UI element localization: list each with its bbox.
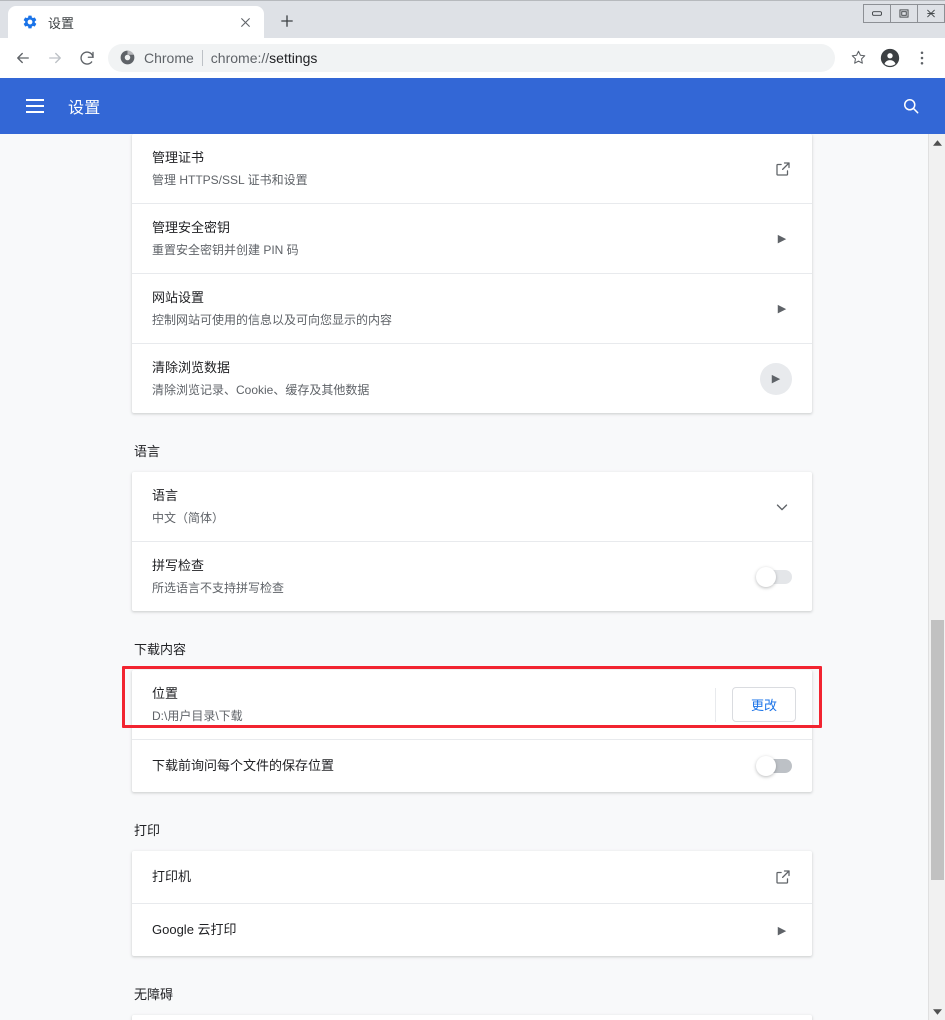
minimize-button[interactable] [863, 4, 891, 23]
window-controls [863, 4, 945, 23]
card-downloads: 位置 D:\用户目录\下载 更改 下载前询问每个文件的保存位置 [122, 666, 822, 792]
external-link-icon [774, 160, 792, 178]
row-download-location[interactable]: 位置 D:\用户目录\下载 更改 [132, 670, 812, 739]
row-title: 管理证书 [152, 150, 205, 165]
close-button[interactable] [917, 4, 945, 23]
scroll-down-arrow-icon[interactable] [929, 1003, 945, 1020]
row-subtitle: 清除浏览记录、Cookie、缓存及其他数据 [152, 383, 370, 397]
scroll-up-arrow-icon[interactable] [929, 134, 945, 151]
row-site-settings[interactable]: 网站设置 控制网站可使用的信息以及可向您显示的内容 ▶ [132, 273, 812, 343]
maximize-button[interactable] [890, 4, 918, 23]
row-subtitle: 管理 HTTPS/SSL 证书和设置 [152, 173, 308, 187]
row-subtitle: 控制网站可使用的信息以及可向您显示的内容 [152, 313, 393, 327]
row-subtitle: 所选语言不支持拼写检查 [152, 581, 285, 595]
row-texts: 语言 中文（简体） [152, 486, 772, 527]
row-spell-check[interactable]: 拼写检查 所选语言不支持拼写检查 [132, 541, 812, 611]
star-icon[interactable] [843, 43, 873, 73]
ask-where-to-save-toggle[interactable] [756, 756, 792, 776]
omnibox-url: chrome://settings [211, 50, 318, 66]
row-manage-certificates[interactable]: 管理证书 管理 HTTPS/SSL 证书和设置 [132, 134, 812, 203]
row-title: 下载前询问每个文件的保存位置 [152, 758, 335, 773]
new-tab-button[interactable] [272, 6, 302, 36]
row-title: 清除浏览数据 [152, 360, 231, 375]
external-link-icon [774, 868, 792, 886]
scrollbar-thumb[interactable] [931, 620, 944, 880]
settings-content-scroll-area: 管理证书 管理 HTTPS/SSL 证书和设置 管理安全密钥 重置安全密钥并创建… [0, 134, 945, 1020]
change-download-location-button[interactable]: 更改 [731, 687, 796, 722]
omnibox-divider [201, 49, 203, 66]
omnibox-url-path: settings [269, 49, 318, 66]
row-texts: 拼写检查 所选语言不支持拼写检查 [152, 556, 758, 597]
page-title: 设置 [68, 100, 101, 117]
omnibox-scheme-label: Chrome [144, 49, 194, 66]
row-google-cloud-print[interactable]: Google 云打印 ▶ [132, 903, 812, 956]
section-label-downloads: 下载内容 [134, 642, 187, 657]
row-texts: 下载前询问每个文件的保存位置 [152, 756, 758, 776]
download-path-value: D:\用户目录\下载 [152, 709, 243, 723]
spell-check-toggle[interactable] [756, 566, 792, 587]
chevron-right-icon: ▶ [777, 303, 787, 315]
card-printing: 打印机 Google 云打印 ▶ [132, 851, 812, 956]
settings-column: 管理证书 管理 HTTPS/SSL 证书和设置 管理安全密钥 重置安全密钥并创建… [122, 134, 822, 1020]
browser-window: 设置 Chrome chrome://settings 设置 管理证书 管理 H… [0, 0, 945, 1020]
search-icon[interactable] [899, 94, 923, 118]
row-manage-security-keys[interactable]: 管理安全密钥 重置安全密钥并创建 PIN 码 ▶ [132, 203, 812, 273]
title-bar: 设置 [0, 0, 945, 38]
chevron-down-icon[interactable] [772, 497, 792, 517]
section-label-printing: 打印 [134, 823, 161, 838]
address-bar[interactable]: Chrome chrome://settings [108, 43, 835, 72]
row-printers[interactable]: 打印机 [132, 851, 812, 903]
back-button[interactable] [8, 43, 38, 73]
hamburger-icon[interactable] [26, 99, 44, 113]
settings-header: 设置 [0, 78, 945, 134]
row-ask-where-to-save[interactable]: 下载前询问每个文件的保存位置 [132, 739, 812, 792]
row-title: 位置 [152, 686, 179, 701]
toggle-knob [756, 756, 776, 776]
card-languages: 语言 中文（简体） 拼写检查 所选语言不支持拼写检查 [132, 472, 812, 611]
row-title: 语言 [152, 488, 179, 503]
chevron-right-icon[interactable]: ▶ [760, 362, 792, 395]
card-privacy: 管理证书 管理 HTTPS/SSL 证书和设置 管理安全密钥 重置安全密钥并创建… [132, 134, 812, 413]
tab-strip: 设置 [0, 1, 945, 38]
close-icon[interactable] [236, 13, 254, 31]
forward-button[interactable] [40, 43, 70, 73]
row-clear-browsing-data[interactable]: 清除浏览数据 清除浏览记录、Cookie、缓存及其他数据 ▶ [132, 343, 812, 413]
row-texts: 位置 D:\用户目录\下载 [152, 684, 715, 725]
gear-icon [22, 14, 38, 30]
tab-settings[interactable]: 设置 [8, 6, 264, 38]
tab-title: 设置 [48, 15, 75, 31]
row-texts: 管理安全密钥 重置安全密钥并创建 PIN 码 [152, 218, 772, 259]
chevron-right-icon: ▶ [777, 233, 787, 245]
browser-toolbar: Chrome chrome://settings [0, 38, 945, 78]
row-title: 打印机 [152, 869, 192, 884]
row-subtitle: 中文（简体） [152, 511, 225, 525]
card-accessibility [132, 1015, 812, 1020]
kebab-menu-icon[interactable] [907, 43, 937, 73]
reload-button[interactable] [72, 43, 102, 73]
row-title: 网站设置 [152, 290, 205, 305]
vertical-scrollbar[interactable] [928, 134, 945, 1020]
row-texts: 清除浏览数据 清除浏览记录、Cookie、缓存及其他数据 [152, 358, 760, 399]
row-title: Google 云打印 [152, 922, 237, 937]
row-title: 管理安全密钥 [152, 220, 231, 235]
row-texts: 管理证书 管理 HTTPS/SSL 证书和设置 [152, 148, 774, 189]
account-icon[interactable] [875, 43, 905, 73]
omnibox-url-scheme: chrome:// [210, 49, 270, 66]
row-language[interactable]: 语言 中文（简体） [132, 472, 812, 541]
settings-content: 管理证书 管理 HTTPS/SSL 证书和设置 管理安全密钥 重置安全密钥并创建… [0, 134, 930, 1020]
row-title: 拼写检查 [152, 558, 205, 573]
chevron-right-icon: ▶ [777, 924, 787, 937]
divider [714, 687, 716, 722]
row-subtitle: 重置安全密钥并创建 PIN 码 [152, 243, 299, 257]
row-texts: 网站设置 控制网站可使用的信息以及可向您显示的内容 [152, 288, 772, 329]
section-label-languages: 语言 [134, 444, 161, 459]
row-texts: 打印机 [152, 867, 774, 887]
toggle-knob [756, 566, 776, 587]
row-texts: Google 云打印 [152, 920, 772, 940]
chrome-icon [120, 50, 136, 66]
section-label-accessibility: 无障碍 [134, 987, 174, 1002]
